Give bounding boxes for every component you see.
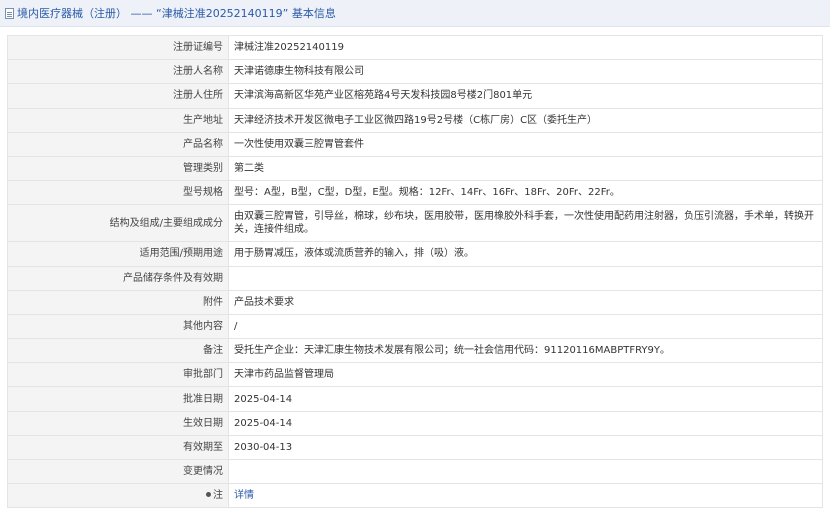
row-value: 2030-04-13 <box>228 434 823 461</box>
row-valid-until: 有效期至 2030-04-13 <box>7 434 823 461</box>
row-value: 一次性使用双囊三腔胃管套件 <box>228 131 823 157</box>
row-label: 适用范围/预期用途 <box>7 241 229 267</box>
row-value: 津械注准20252140119 <box>228 34 823 61</box>
row-label: 批准日期 <box>7 386 229 412</box>
row-value: / <box>228 313 823 340</box>
row-registration-number: 注册证编号 津械注准20252140119 <box>7 34 823 61</box>
row-value: 2025-04-14 <box>228 410 823 436</box>
row-label: 审批部门 <box>7 362 229 388</box>
row-label: 注册证编号 <box>7 34 229 61</box>
row-attachment: 附件 产品技术要求 <box>7 289 823 315</box>
row-production-address: 生产地址 天津经济技术开发区微电子工业区微四路19号2号楼（C栋厂房）C区（委托… <box>7 107 823 133</box>
row-note-details: 注 详情 <box>7 483 823 509</box>
page-title: 境内医疗器械（注册） —— “津械注准20252140119” 基本信息 <box>17 7 336 20</box>
row-label: 备注 <box>7 338 229 364</box>
note-label: 注 <box>213 490 223 502</box>
row-management-category: 管理类别 第二类 <box>7 155 823 182</box>
row-other-content: 其他内容 / <box>7 313 823 340</box>
row-registrant-name: 注册人名称 天津诺德康生物科技有限公司 <box>7 59 823 85</box>
row-label: 产品名称 <box>7 131 229 157</box>
row-effective-date: 生效日期 2025-04-14 <box>7 410 823 436</box>
row-remarks: 备注 受托生产企业：天津汇康生物技术发展有限公司；统一社会信用代码：911201… <box>7 338 823 364</box>
row-label: 变更情况 <box>7 458 229 485</box>
pin-icon <box>206 491 211 497</box>
row-label: 生效日期 <box>7 410 229 436</box>
row-label: 生产地址 <box>7 107 229 133</box>
row-value: 用于肠胃减压，液体或流质营养的输入，排（吸）液。 <box>228 241 823 267</box>
row-change-history: 变更情况 <box>7 458 823 485</box>
row-value: 天津诺德康生物科技有限公司 <box>228 59 823 85</box>
row-approval-date: 批准日期 2025-04-14 <box>7 386 823 412</box>
row-value <box>228 458 823 485</box>
row-label: 附件 <box>7 289 229 315</box>
row-model-spec: 型号规格 型号：A型，B型，C型，D型，E型。规格：12Fr、14Fr、16Fr… <box>7 180 823 206</box>
row-label: 产品储存条件及有效期 <box>7 265 229 291</box>
row-registrant-address: 注册人住所 天津滨海高新区华苑产业区榕苑路4号天发科技园8号楼2门801单元 <box>7 83 823 109</box>
row-label: 注册人住所 <box>7 83 229 109</box>
row-label: 结构及组成/主要组成成分 <box>7 204 229 243</box>
row-label: 其他内容 <box>7 313 229 340</box>
row-value: 由双囊三腔胃管，引导丝，棉球，纱布块，医用胶带，医用橡胶外科手套，一次性使用配药… <box>228 204 823 243</box>
document-icon <box>5 7 14 19</box>
row-label: 注 <box>7 483 229 509</box>
row-value: 产品技术要求 <box>228 289 823 315</box>
row-value: 天津滨海高新区华苑产业区榕苑路4号天发科技园8号楼2门801单元 <box>228 83 823 109</box>
row-value: 第二类 <box>228 155 823 182</box>
row-structure-composition: 结构及组成/主要组成成分 由双囊三腔胃管，引导丝，棉球，纱布块，医用胶带，医用橡… <box>7 204 823 243</box>
row-label: 管理类别 <box>7 155 229 182</box>
row-value: 天津市药品监督管理局 <box>228 362 823 388</box>
row-value: 详情 <box>228 483 823 509</box>
row-approval-department: 审批部门 天津市药品监督管理局 <box>7 362 823 388</box>
row-intended-use: 适用范围/预期用途 用于肠胃减压，液体或流质营养的输入，排（吸）液。 <box>7 241 823 267</box>
row-label: 有效期至 <box>7 434 229 461</box>
row-value: 2025-04-14 <box>228 386 823 412</box>
info-table: 注册证编号 津械注准20252140119 注册人名称 天津诺德康生物科技有限公… <box>7 34 823 509</box>
page-header: 境内医疗器械（注册） —— “津械注准20252140119” 基本信息 <box>0 0 830 27</box>
row-value: 受托生产企业：天津汇康生物技术发展有限公司；统一社会信用代码：91120116M… <box>228 338 823 364</box>
row-value <box>228 265 823 291</box>
row-label: 型号规格 <box>7 180 229 206</box>
row-storage-validity: 产品储存条件及有效期 <box>7 265 823 291</box>
row-product-name: 产品名称 一次性使用双囊三腔胃管套件 <box>7 131 823 157</box>
row-value: 型号：A型，B型，C型，D型，E型。规格：12Fr、14Fr、16Fr、18Fr… <box>228 180 823 206</box>
details-link[interactable]: 详情 <box>234 490 254 501</box>
row-value: 天津经济技术开发区微电子工业区微四路19号2号楼（C栋厂房）C区（委托生产） <box>228 107 823 133</box>
row-label: 注册人名称 <box>7 59 229 85</box>
